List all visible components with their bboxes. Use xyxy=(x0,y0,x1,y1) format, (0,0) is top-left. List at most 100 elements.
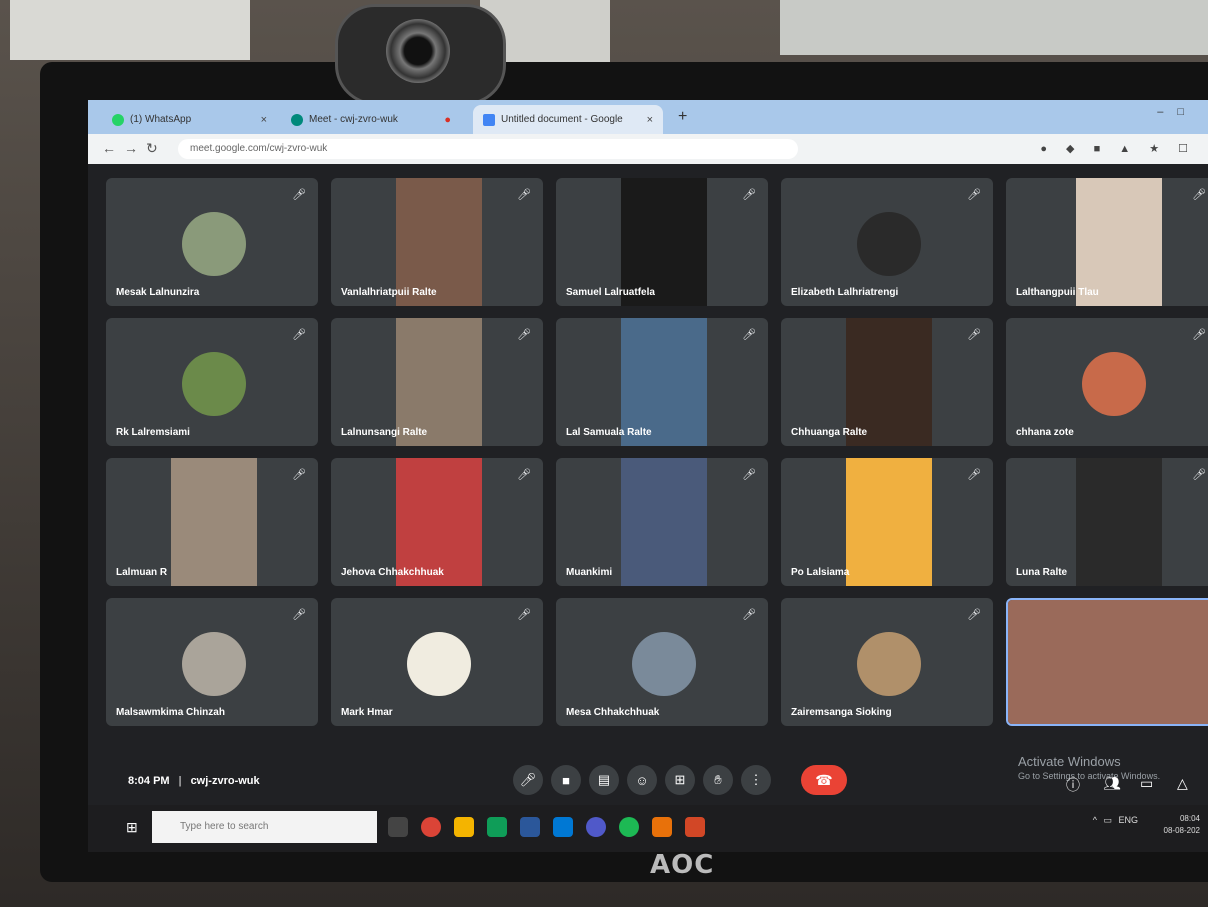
participant-tile[interactable] xyxy=(1006,598,1208,726)
phone-hangup-icon: ☎ xyxy=(815,771,833,788)
participant-tile[interactable]: 🎤︎ Mesak Lalnunzira xyxy=(106,178,318,306)
participant-tile[interactable]: 🎤︎ Luna Ralte xyxy=(1006,458,1208,586)
participant-tile[interactable]: 🎤︎ Zairemsanga Sioking xyxy=(781,598,993,726)
address-bar-row: ← → ↻ meet.google.com/cwj-zvro-wuk ● ◆ ■… xyxy=(88,134,1208,164)
participant-tile[interactable]: 🎤︎ Mesa Chhakchhuak xyxy=(556,598,768,726)
mic-off-icon: 🎤︎ xyxy=(292,609,306,621)
present-icon: ⊞ xyxy=(674,772,686,787)
extension-icons[interactable]: ● ◆ ■ ▲ ★ ☐ xyxy=(1040,142,1196,155)
forward-icon[interactable]: → xyxy=(124,140,138,156)
participant-tile[interactable]: 🎤︎ Lalmuan R xyxy=(106,458,318,586)
participant-name: Muankimi xyxy=(566,567,613,578)
participant-name: Jehova Chhakchhuak xyxy=(341,567,444,578)
tab-meet[interactable]: Meet - cwj-zvro-wuk ● xyxy=(281,105,461,134)
window-controls[interactable]: –□ xyxy=(1157,106,1198,118)
end-call-button[interactable]: ☎ xyxy=(801,765,847,795)
watermark-line-1: Activate Windows xyxy=(1018,754,1121,769)
participant-name: Lalnunsangi Ralte xyxy=(341,427,428,438)
more-vert-icon: ⋮ xyxy=(749,772,763,787)
activate-windows-watermark: Activate Windows Go to Settings to activ… xyxy=(1018,755,1160,783)
webcam-lens xyxy=(386,19,450,83)
watermark-line-2: Go to Settings to activate Windows. xyxy=(1018,771,1161,781)
language-indicator[interactable]: ENG xyxy=(1118,815,1138,825)
participant-tile[interactable]: 🎤︎ Muankimi xyxy=(556,458,768,586)
windows-taskbar: ⊞ Type here to search ^ ▭ ENG 08:04 08-0… xyxy=(88,805,1208,852)
emoji-button[interactable]: ☺ xyxy=(627,765,657,795)
avatar xyxy=(857,632,921,696)
participant-tile[interactable]: 🎤︎ Lal Samuala Ralte xyxy=(556,318,768,446)
camera-button[interactable]: ■ xyxy=(551,765,581,795)
taskbar-clock[interactable]: 08:04 08-08-202 xyxy=(1164,813,1200,837)
participant-tile[interactable]: 🎤︎ Vanlalhriatpuii Ralte xyxy=(331,178,543,306)
present-button[interactable]: ⊞ xyxy=(665,765,695,795)
avatar xyxy=(407,632,471,696)
participant-name: Malsawmkima Chinzah xyxy=(116,707,225,718)
chrome-alt-icon[interactable] xyxy=(652,817,672,837)
mic-off-icon: 🎤︎ xyxy=(742,329,756,341)
close-icon[interactable]: × xyxy=(647,114,653,126)
participant-tile[interactable]: 🎤︎ Mark Hmar xyxy=(331,598,543,726)
participant-tile[interactable]: 🎤︎ Samuel Lalruatfela xyxy=(556,178,768,306)
participant-tile[interactable]: 🎤︎ Jehova Chhakchhuak xyxy=(331,458,543,586)
task-view-icon[interactable] xyxy=(388,817,408,837)
word-icon[interactable] xyxy=(520,817,540,837)
captions-button[interactable]: ▤ xyxy=(589,765,619,795)
spotify-icon[interactable] xyxy=(619,817,639,837)
taskbar-search[interactable]: Type here to search xyxy=(152,811,377,843)
powerpoint-icon[interactable] xyxy=(685,817,705,837)
wall-paper xyxy=(10,0,250,60)
participant-video xyxy=(1008,600,1208,724)
windows-start-icon[interactable]: ⊞ xyxy=(126,819,138,836)
mic-off-icon: 🎤︎ xyxy=(517,329,531,341)
tab-label: (1) WhatsApp xyxy=(130,114,192,125)
mic-off-icon: 🎤︎ xyxy=(1192,189,1206,201)
tab-docs[interactable]: Untitled document - Google × xyxy=(473,105,663,134)
new-tab-icon[interactable]: + xyxy=(678,108,687,126)
chrome-icon[interactable] xyxy=(421,817,441,837)
mic-off-icon: 🎤︎ xyxy=(292,329,306,341)
participant-tile[interactable]: 🎤︎ Elizabeth Lalhriatrengi xyxy=(781,178,993,306)
app-icon[interactable] xyxy=(487,817,507,837)
webcam xyxy=(335,4,506,105)
teams-icon[interactable] xyxy=(586,817,606,837)
clock-time: 08:04 xyxy=(1179,814,1200,823)
hand-icon: ✋︎ xyxy=(714,772,722,787)
mic-off-icon: 🎤︎ xyxy=(517,469,531,481)
participant-name: Elizabeth Lalhriatrengi xyxy=(791,287,899,298)
participant-tile[interactable]: 🎤︎ Lalthangpuii Tlau xyxy=(1006,178,1208,306)
raise-hand-button[interactable]: ✋︎ xyxy=(703,765,733,795)
chevron-up-icon[interactable]: ^ xyxy=(1093,815,1097,825)
reload-icon[interactable]: ↻ xyxy=(146,140,158,157)
file-explorer-icon[interactable] xyxy=(454,817,474,837)
system-tray[interactable]: ^ ▭ ENG xyxy=(1093,815,1138,826)
participant-tile[interactable]: 🎤︎ Chhuanga Ralte xyxy=(781,318,993,446)
store-icon[interactable] xyxy=(553,817,573,837)
back-icon[interactable]: ← xyxy=(102,140,116,156)
people-icon[interactable]: 👥︎ xyxy=(1103,775,1121,792)
participant-name: Luna Ralte xyxy=(1016,567,1068,578)
avatar xyxy=(857,212,921,276)
meeting-info: 8:04 PM | cwj-zvro-wuk xyxy=(128,775,260,787)
chat-icon[interactable]: ▭ xyxy=(1140,775,1153,792)
participant-name: Po Lalsiama xyxy=(791,567,850,578)
participant-tile[interactable]: 🎤︎ Malsawmkima Chinzah xyxy=(106,598,318,726)
info-icon[interactable]: ⓘ xyxy=(1066,775,1080,795)
close-icon[interactable]: × xyxy=(261,114,267,126)
mic-button[interactable]: 🎤︎ xyxy=(513,765,543,795)
participant-tile[interactable]: 🎤︎ Po Lalsiama xyxy=(781,458,993,586)
participant-tile[interactable]: 🎤︎ Rk Lalremsiami xyxy=(106,318,318,446)
activities-icon[interactable]: △ xyxy=(1177,775,1188,792)
url-field[interactable]: meet.google.com/cwj-zvro-wuk xyxy=(178,139,798,159)
mic-off-icon: 🎤︎ xyxy=(292,469,306,481)
recording-dot-icon: ● xyxy=(444,113,451,126)
participant-name: chhana zote xyxy=(1016,427,1074,438)
mic-off-icon: 🎤︎ xyxy=(742,469,756,481)
mic-off-icon: 🎤︎ xyxy=(967,469,981,481)
participant-tile[interactable]: 🎤︎ Lalnunsangi Ralte xyxy=(331,318,543,446)
meeting-time: 8:04 PM xyxy=(128,775,170,787)
tab-whatsapp[interactable]: (1) WhatsApp × xyxy=(102,105,277,134)
monitor-brand: AOC xyxy=(650,850,715,880)
more-options-button[interactable]: ⋮ xyxy=(741,765,771,795)
participant-tile[interactable]: 🎤︎ chhana zote xyxy=(1006,318,1208,446)
mic-off-icon: 🎤︎ xyxy=(967,189,981,201)
